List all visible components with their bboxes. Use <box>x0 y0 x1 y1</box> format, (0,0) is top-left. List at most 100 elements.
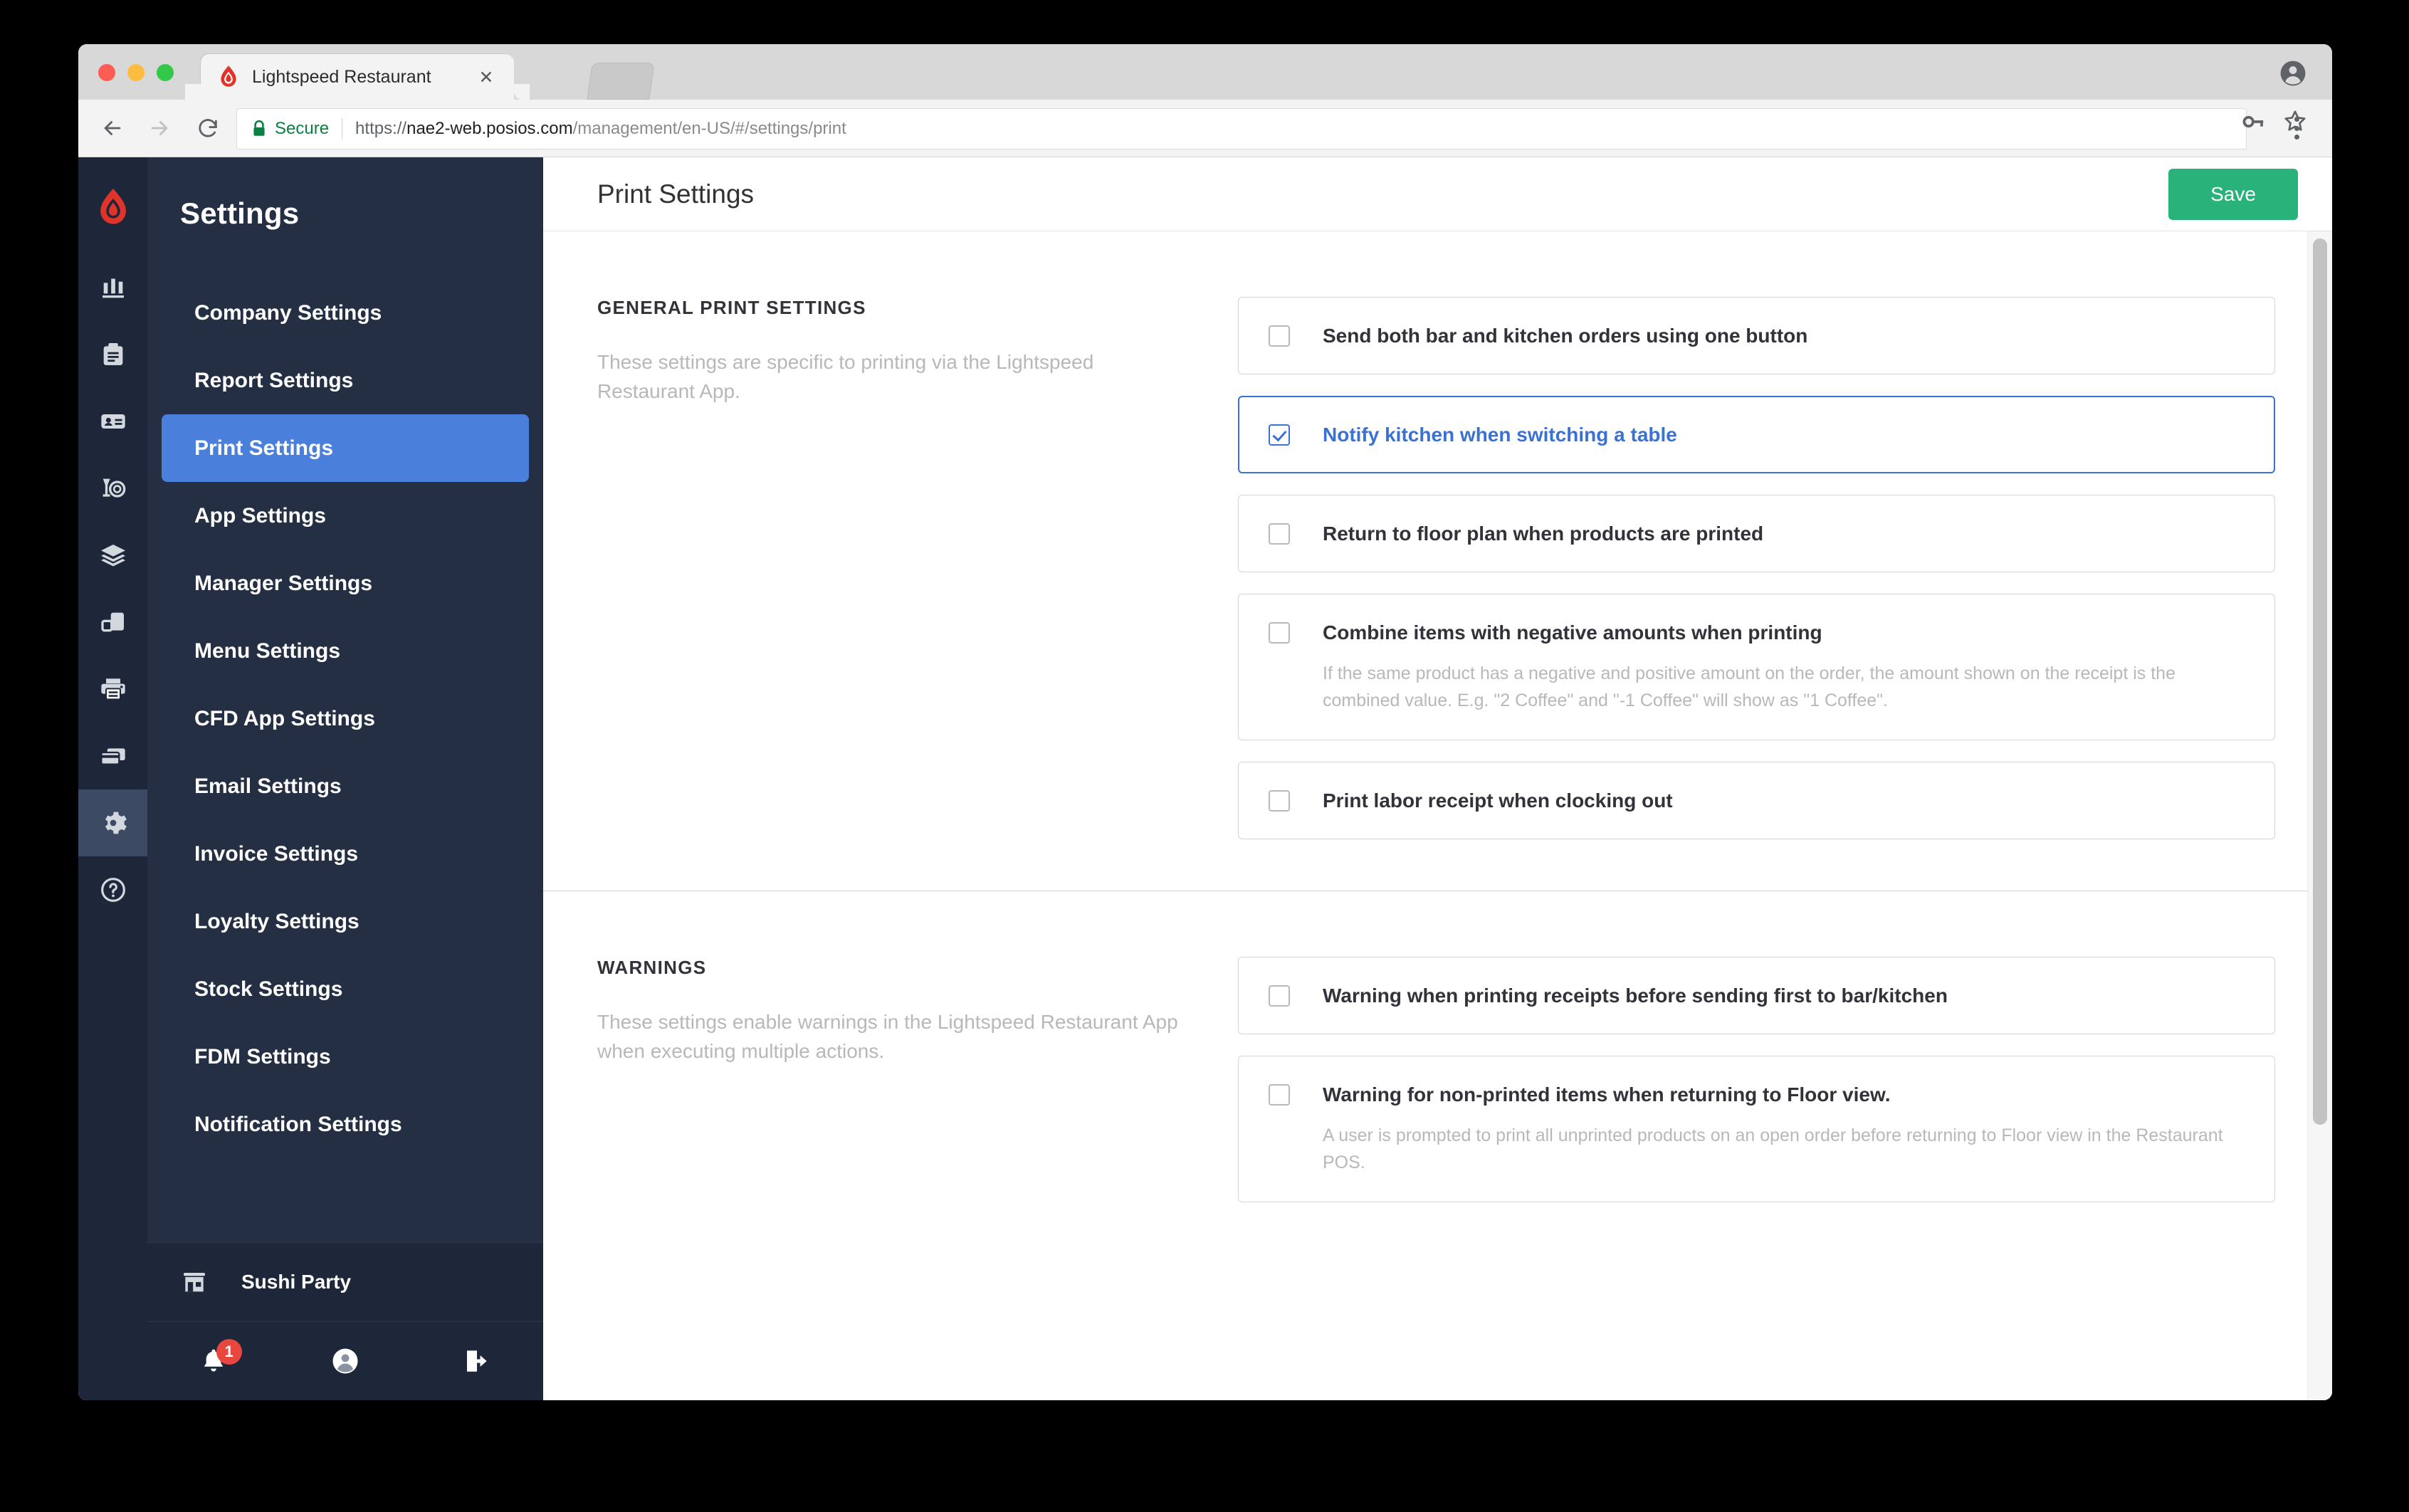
sidebar-item-label: FDM Settings <box>194 1044 331 1069</box>
secure-label: Secure <box>275 119 330 138</box>
option-card-combine-negative-amounts[interactable]: Combine items with negative amounts when… <box>1238 594 2275 740</box>
checkbox-return-to-floor-plan[interactable] <box>1269 523 1290 545</box>
browser-tab-title: Lightspeed Restaurant <box>252 66 431 87</box>
url-host: nae2-web.posios.com <box>406 119 573 138</box>
sidebar-footer-actions: 1 <box>147 1322 543 1400</box>
three-dot-menu-icon[interactable] <box>2282 114 2311 142</box>
sidebar-item-label: Report Settings <box>194 368 354 392</box>
lightspeed-flame-logo[interactable] <box>95 187 132 227</box>
option-body: Warning when printing receipts before se… <box>1323 983 1948 1008</box>
scrollbar-thumb[interactable] <box>2313 238 2327 1125</box>
checkbox-warning-printing-receipts-first[interactable] <box>1269 985 1290 1007</box>
rail-icon-devices-icon[interactable] <box>78 589 147 656</box>
rail-icon-food-and-drink-icon[interactable] <box>78 455 147 522</box>
section-warnings: WARNINGS These settings enable warnings … <box>543 891 2332 1254</box>
browser-profile-avatar-icon[interactable] <box>2279 60 2306 87</box>
checkbox-warning-non-printed-items[interactable] <box>1269 1084 1290 1106</box>
store-name: Sushi Party <box>241 1271 352 1293</box>
sidebar-item-manager-settings[interactable]: Manager Settings <box>162 550 529 617</box>
sidebar-item-label: Notification Settings <box>194 1112 402 1136</box>
option-body: Combine items with negative amounts when… <box>1323 620 2245 714</box>
rail-icon-bar-chart-icon[interactable] <box>78 254 147 321</box>
maximize-window-button[interactable] <box>157 64 174 81</box>
option-description: A user is prompted to print all unprinte… <box>1323 1125 2223 1172</box>
sidebar-nav-list: Company Settings Report Settings Print S… <box>147 279 543 1158</box>
browser-tab-inactive[interactable] <box>587 63 655 100</box>
forward-icon[interactable] <box>142 111 177 145</box>
notification-badge: 1 <box>216 1339 242 1365</box>
reload-icon[interactable] <box>191 111 225 145</box>
sidebar-item-cfd-app-settings[interactable]: CFD App Settings <box>162 685 529 752</box>
lock-icon <box>251 120 267 138</box>
store-selector[interactable]: Sushi Party <box>147 1242 543 1322</box>
save-button[interactable]: Save <box>2168 168 2298 220</box>
back-icon[interactable] <box>95 111 130 145</box>
key-icon[interactable] <box>2241 110 2265 134</box>
option-body: Notify kitchen when switching a table <box>1323 422 1677 447</box>
section-heading: GENERAL PRINT SETTINGS <box>597 297 866 318</box>
vertical-scrollbar[interactable] <box>2307 231 2332 1400</box>
rail-icon-clipboard-icon[interactable] <box>78 321 147 388</box>
sidebar-item-stock-settings[interactable]: Stock Settings <box>162 955 529 1023</box>
sidebar-item-label: Loyalty Settings <box>194 909 359 933</box>
sidebar-item-fdm-settings[interactable]: FDM Settings <box>162 1023 529 1091</box>
rail-icon-card-payment-icon[interactable] <box>78 723 147 789</box>
close-window-button[interactable] <box>98 64 115 81</box>
option-card-send-both-bar-kitchen[interactable]: Send both bar and kitchen orders using o… <box>1238 297 2275 374</box>
sidebar-item-label: Menu Settings <box>194 639 341 663</box>
option-row: Warning when printing receipts before se… <box>1269 983 2245 1008</box>
app-root: Settings Company Settings Report Setting… <box>78 157 2332 1400</box>
option-body: Warning for non-printed items when retur… <box>1323 1082 2245 1176</box>
notifications-button[interactable]: 1 <box>147 1339 279 1376</box>
option-card-return-to-floor-plan[interactable]: Return to floor plan when products are p… <box>1238 495 2275 572</box>
sidebar-item-invoice-settings[interactable]: Invoice Settings <box>162 820 529 888</box>
minimize-window-button[interactable] <box>127 64 145 81</box>
sidebar-item-email-settings[interactable]: Email Settings <box>162 752 529 820</box>
option-row: Combine items with negative amounts when… <box>1269 620 2245 714</box>
option-row: Return to floor plan when products are p… <box>1269 521 2245 546</box>
sidebar-item-company-settings[interactable]: Company Settings <box>162 279 529 347</box>
rail-icon-help-circle-icon[interactable] <box>78 856 147 923</box>
option-row: Notify kitchen when switching a table <box>1269 422 2245 447</box>
option-card-warning-printing-receipts-first[interactable]: Warning when printing receipts before se… <box>1238 957 2275 1034</box>
option-label: Send both bar and kitchen orders using o… <box>1323 325 1808 347</box>
sidebar-item-report-settings[interactable]: Report Settings <box>162 347 529 414</box>
sidebar-item-label: Company Settings <box>194 300 382 325</box>
browser-tab-active[interactable]: Lightspeed Restaurant ✕ <box>201 54 530 100</box>
checkbox-notify-kitchen-switching-table[interactable] <box>1269 424 1290 446</box>
sidebar-item-app-settings[interactable]: App Settings <box>162 482 529 550</box>
lightspeed-flame-icon <box>216 65 241 89</box>
rail-icon-layers-icon[interactable] <box>78 522 147 589</box>
sidebar-item-print-settings[interactable]: Print Settings <box>162 414 529 482</box>
sidebar-item-label: Print Settings <box>194 436 334 460</box>
account-button[interactable] <box>279 1346 411 1376</box>
option-card-print-labor-receipt[interactable]: Print labor receipt when clocking out <box>1238 762 2275 839</box>
window-traffic-lights <box>98 64 174 81</box>
section-general-print-settings: GENERAL PRINT SETTINGS These settings ar… <box>543 231 2332 891</box>
browser-tab-strip: Lightspeed Restaurant ✕ <box>78 44 2332 100</box>
checkbox-print-labor-receipt[interactable] <box>1269 790 1290 812</box>
section-options-list: Warning when printing receipts before se… <box>1238 957 2275 1202</box>
rail-icon-printer-icon[interactable] <box>78 656 147 723</box>
option-description: If the same product has a negative and p… <box>1323 663 2176 710</box>
logout-button[interactable] <box>411 1346 543 1376</box>
address-bar[interactable]: Secure https://nae2-web.posios.com/manag… <box>236 108 2247 149</box>
checkbox-combine-negative-amounts[interactable] <box>1269 622 1290 644</box>
option-body: Print labor receipt when clocking out <box>1323 788 1673 813</box>
sidebar-title: Settings <box>180 196 300 230</box>
sidebar-item-loyalty-settings[interactable]: Loyalty Settings <box>162 888 529 955</box>
option-row: Send both bar and kitchen orders using o… <box>1269 323 2245 348</box>
option-label: Return to floor plan when products are p… <box>1323 523 1764 545</box>
url-path: /management/en-US/#/settings/print <box>572 119 846 138</box>
rail-icon-gear-icon[interactable] <box>78 789 147 856</box>
rail-icon-id-card-icon[interactable] <box>78 388 147 455</box>
checkbox-send-both-bar-kitchen[interactable] <box>1269 325 1290 347</box>
section-left-column: WARNINGS These settings enable warnings … <box>597 957 1238 1202</box>
close-tab-button[interactable]: ✕ <box>477 68 495 87</box>
option-card-notify-kitchen-switching-table[interactable]: Notify kitchen when switching a table <box>1238 396 2275 473</box>
browser-window: Lightspeed Restaurant ✕ Secure https://n… <box>78 44 2332 1400</box>
sidebar-item-menu-settings[interactable]: Menu Settings <box>162 617 529 685</box>
sidebar-item-label: Invoice Settings <box>194 841 359 866</box>
option-card-warning-non-printed-items[interactable]: Warning for non-printed items when retur… <box>1238 1056 2275 1202</box>
sidebar-item-notification-settings[interactable]: Notification Settings <box>162 1091 529 1158</box>
